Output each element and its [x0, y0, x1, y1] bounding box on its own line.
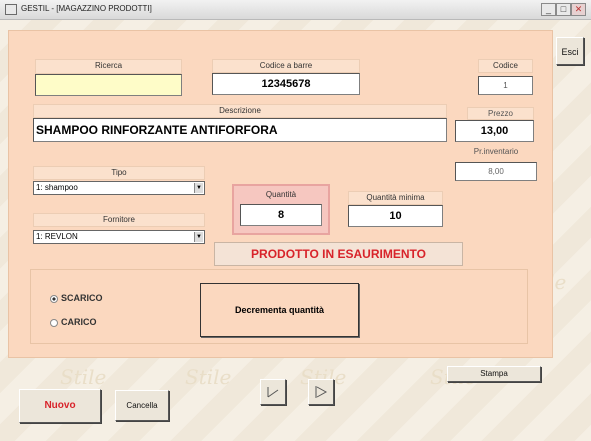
next-record-icon	[315, 386, 328, 398]
ricerca-input[interactable]	[35, 74, 182, 96]
ricerca-label: Ricerca	[35, 59, 182, 74]
first-record-button[interactable]	[260, 379, 286, 405]
radio-scarico[interactable]: SCARICO	[50, 293, 103, 303]
close-button[interactable]: ✕	[571, 3, 586, 16]
codice-field: 1	[478, 76, 533, 95]
tipo-label: Tipo	[33, 166, 205, 180]
title-bar: GESTIL - [MAGAZZINO PRODOTTI] _ □ ✕	[0, 0, 591, 20]
minimize-button[interactable]: _	[541, 3, 556, 16]
watermark: Stile	[60, 365, 107, 389]
barcode-label: Codice a barre	[212, 59, 360, 73]
window-title: GESTIL - [MAGAZZINO PRODOTTI]	[21, 4, 152, 13]
quantita-label: Quantità	[265, 190, 297, 199]
tipo-select[interactable]: 1: shampoo ▼	[33, 181, 205, 195]
prinventario-label: Pr.inventario	[473, 147, 519, 156]
nuovo-button[interactable]: Nuovo	[19, 389, 101, 423]
app-icon	[5, 4, 17, 15]
descrizione-field[interactable]: SHAMPOO RINFORZANTE ANTIFORFORA	[33, 118, 447, 142]
quantita-minima-field[interactable]: 10	[348, 205, 443, 227]
radio-selected-icon	[50, 294, 58, 303]
stampa-button[interactable]: Stampa	[447, 366, 541, 382]
radio-unselected-icon	[50, 318, 58, 327]
cancella-button[interactable]: Cancella	[115, 390, 169, 421]
fornitore-label: Fornitore	[33, 213, 205, 227]
prezzo-field[interactable]: 13,00	[455, 120, 534, 142]
quantita-minima-label: Quantità minima	[348, 191, 443, 205]
quantita-field[interactable]: 8	[240, 204, 322, 226]
next-record-button[interactable]	[308, 379, 334, 405]
descrizione-label: Descrizione	[33, 104, 447, 118]
fornitore-select[interactable]: 1: REVLON ▼	[33, 230, 205, 244]
prinventario-field: 8,00	[455, 162, 537, 181]
watermark: Stile	[185, 365, 232, 389]
radio-carico[interactable]: CARICO	[50, 317, 97, 327]
chevron-down-icon[interactable]: ▼	[194, 232, 203, 242]
barcode-field[interactable]: 12345678	[212, 73, 360, 95]
fornitore-selected-value: 1: REVLON	[36, 232, 78, 241]
exit-button[interactable]: Esci	[556, 37, 584, 65]
prezzo-label: Prezzo	[467, 107, 534, 120]
chevron-down-icon[interactable]: ▼	[194, 183, 203, 193]
decrementa-quantita-button[interactable]: Decrementa quantità	[200, 283, 359, 337]
codice-label: Codice	[478, 59, 533, 73]
tipo-selected-value: 1: shampoo	[36, 183, 78, 192]
first-record-icon	[267, 387, 279, 398]
radio-scarico-label: SCARICO	[61, 293, 103, 303]
maximize-button[interactable]: □	[556, 3, 571, 16]
radio-carico-label: CARICO	[61, 317, 97, 327]
status-message: PRODOTTO IN ESAURIMENTO	[214, 242, 463, 266]
